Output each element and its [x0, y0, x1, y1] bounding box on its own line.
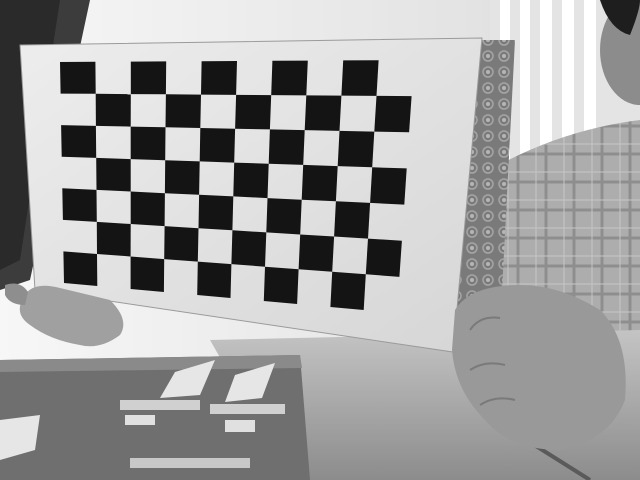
- checker-square: [95, 93, 131, 127]
- checker-square: [298, 234, 335, 272]
- book: [0, 355, 310, 480]
- checker-square: [301, 164, 338, 202]
- checker-square: [334, 201, 371, 239]
- checker-square: [271, 60, 308, 96]
- book-label-left: [120, 400, 200, 410]
- checker-square: [199, 128, 236, 163]
- checker-square: [96, 221, 131, 257]
- checker-square: [304, 95, 342, 131]
- checker-square: [164, 160, 200, 195]
- checker-square: [61, 125, 97, 158]
- checker-square: [130, 256, 165, 292]
- photo-scene: [0, 0, 640, 480]
- checker-square: [197, 261, 232, 298]
- checker-square: [374, 95, 412, 133]
- checker-square: [96, 157, 131, 192]
- book-footer-text: [130, 458, 250, 468]
- checker-square: [231, 230, 267, 267]
- checker-square: [201, 61, 237, 95]
- photo-canvas: [0, 0, 640, 480]
- checker-square: [130, 61, 167, 95]
- book-label-right: [210, 404, 285, 414]
- checker-square: [370, 167, 407, 205]
- checker-square: [266, 198, 302, 235]
- checker-square: [341, 60, 379, 96]
- checker-square: [164, 226, 199, 262]
- checker-square: [60, 61, 96, 94]
- checker-square: [165, 94, 201, 128]
- checker-square: [365, 238, 402, 277]
- checker-square: [330, 271, 366, 310]
- checker-square: [235, 94, 272, 130]
- checker-square: [233, 162, 269, 199]
- checker-square: [198, 194, 234, 231]
- checker-square: [268, 129, 305, 165]
- checker-square: [130, 191, 165, 227]
- checker-square: [63, 251, 98, 286]
- checker-square: [130, 126, 166, 161]
- checker-square: [263, 266, 299, 304]
- checker-square: [337, 130, 375, 168]
- checker-square: [62, 188, 97, 222]
